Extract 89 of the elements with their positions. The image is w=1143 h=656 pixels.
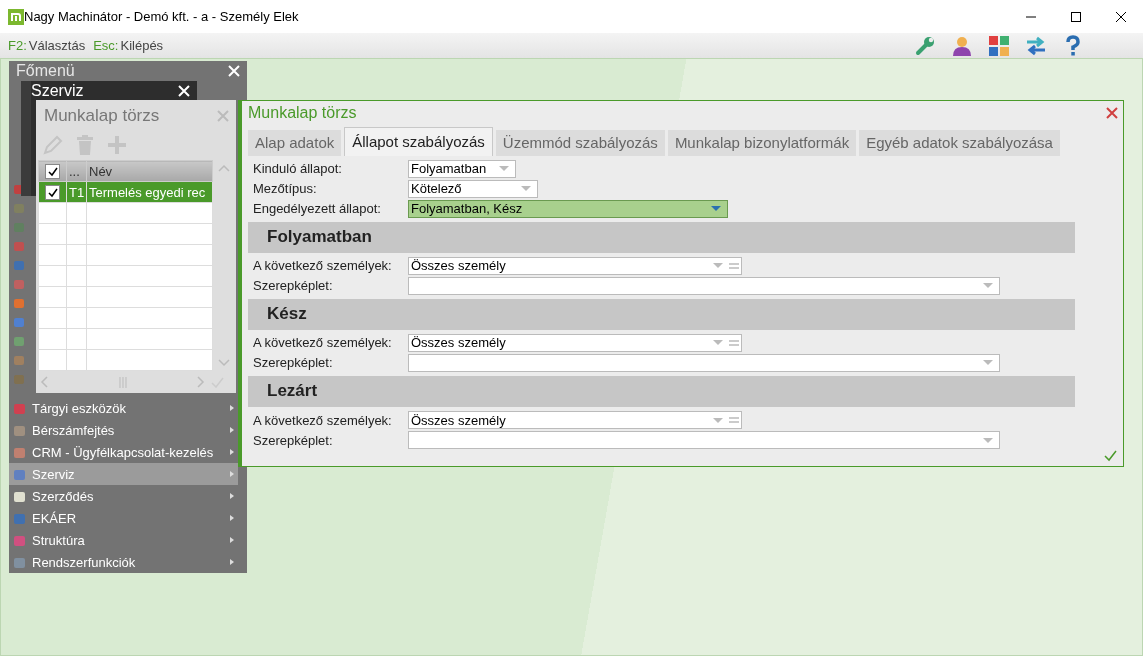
arrow-icon	[230, 471, 234, 477]
menu-item[interactable]: Rendszerfunkciók	[9, 551, 238, 573]
field-label: Szerepképlet:	[253, 432, 334, 448]
menu-item-icon	[13, 316, 25, 328]
trash-icon[interactable]	[74, 134, 96, 156]
user-icon	[950, 34, 973, 57]
pencil-icon[interactable]	[42, 134, 64, 156]
section-heading: Folyamatban	[267, 227, 372, 248]
tab[interactable]: Alap adatok	[248, 129, 342, 156]
dropdown-field[interactable]	[408, 353, 1000, 372]
section-heading: Lezárt	[267, 381, 318, 402]
tab[interactable]: Állapot szabályozás	[344, 126, 493, 156]
equals-icon	[729, 337, 739, 348]
menu-item-icon	[13, 423, 26, 437]
scroll-left-icon[interactable]	[40, 376, 49, 388]
window-title: Munkalap törzs	[44, 106, 160, 126]
menu-item[interactable]: EKÁER	[9, 507, 238, 529]
scroll-down-icon[interactable]	[218, 358, 230, 367]
window-title: Munkalap törzs	[248, 104, 357, 123]
scroll-right-icon[interactable]	[196, 376, 205, 388]
confirm-icon[interactable]	[1104, 449, 1117, 462]
menu-item[interactable]: Bérszámfejtés	[9, 419, 238, 441]
field-label: Engedélyezett állapot:	[253, 201, 382, 217]
menu-item-icon	[13, 467, 26, 481]
field-label: Kinduló állapot:	[253, 161, 343, 177]
dropdown-field[interactable]: Kötelező	[408, 179, 538, 198]
equals-icon	[729, 260, 739, 271]
menu-item-icon	[13, 401, 26, 415]
checkbox[interactable]	[45, 163, 60, 179]
shortcut-button[interactable]: F2:Választás	[4, 33, 90, 58]
wrench-icon	[913, 34, 936, 57]
field-label: A következő személyek:	[253, 412, 393, 428]
menu-item-icon	[13, 555, 26, 569]
menu-item-icon	[13, 354, 25, 366]
arrow-icon	[230, 559, 234, 565]
section-heading: Kész	[267, 304, 307, 325]
arrow-icon	[230, 405, 234, 411]
tab[interactable]: Munkalap bizonylatformák	[667, 129, 857, 156]
menu-item-icon	[13, 511, 26, 525]
tiles-icon	[987, 34, 1010, 57]
tab[interactable]: Egyéb adatok szabályozása	[859, 129, 1060, 156]
menu-item-icon	[13, 533, 26, 547]
arrow-icon	[230, 515, 234, 521]
arrow-icon	[230, 537, 234, 543]
column-header[interactable]: ...	[66, 160, 87, 182]
arrow-icon	[230, 427, 234, 433]
menu-item[interactable]: CRM - Ügyfélkapcsolat-kezelés	[9, 441, 238, 463]
field-label: A következő személyek:	[253, 258, 393, 274]
arrow-icon	[230, 493, 234, 499]
checkbox[interactable]	[45, 184, 60, 200]
combo-box[interactable]: Összes személy	[408, 256, 742, 275]
menu-item[interactable]: Struktúra	[9, 529, 238, 551]
menu-item[interactable]: Szerviz	[9, 463, 238, 485]
maximize-icon	[1070, 11, 1081, 22]
menu-item[interactable]: Szerződés	[9, 485, 238, 507]
add-icon[interactable]	[106, 134, 128, 156]
menu-item-icon	[13, 489, 26, 503]
field-label: Szerepképlet:	[253, 355, 334, 371]
menu-item-icon	[13, 445, 26, 459]
dropdown-field[interactable]: Folyamatban, Kész	[408, 199, 728, 218]
dropdown-field[interactable]	[408, 276, 1000, 295]
menu-item-icon	[13, 240, 25, 252]
check-icon	[46, 186, 59, 198]
close-icon	[1115, 11, 1126, 22]
column-header[interactable]: Név	[86, 160, 213, 182]
menu-item-icon	[13, 259, 25, 271]
dropdown-field[interactable]	[408, 431, 1000, 449]
field-label: Mezőtípus:	[253, 181, 318, 197]
arrow-icon	[230, 449, 234, 455]
menu-item[interactable]: Tárgyi eszközök	[9, 397, 238, 419]
shortcut-button[interactable]: Esc:Kilépés	[89, 33, 168, 58]
equals-icon	[729, 415, 739, 425]
window-title: Nagy Machinátor - Demó kft. - a - Személy Elek	[24, 9, 300, 24]
menu-title: Főmenü	[16, 62, 75, 80]
menu-item-icon	[13, 278, 25, 290]
app-logo-icon	[8, 8, 24, 25]
menu-title: Szerviz	[31, 82, 84, 100]
dropdown-field[interactable]: Folyamatban	[408, 159, 516, 178]
combo-box[interactable]: Összes személy	[408, 411, 742, 429]
combo-box[interactable]: Összes személy	[408, 333, 742, 352]
check-icon	[46, 165, 59, 177]
menu-item-icon	[13, 373, 25, 385]
swap-arrows-icon	[1024, 34, 1047, 57]
tab[interactable]: Üzemmód szabályozás	[495, 129, 665, 156]
scroll-up-icon[interactable]	[218, 164, 230, 173]
field-label: A következő személyek:	[253, 335, 393, 351]
menu-item-icon	[13, 297, 25, 309]
field-label: Szerepképlet:	[253, 278, 334, 294]
menu-item-icon	[13, 335, 25, 347]
